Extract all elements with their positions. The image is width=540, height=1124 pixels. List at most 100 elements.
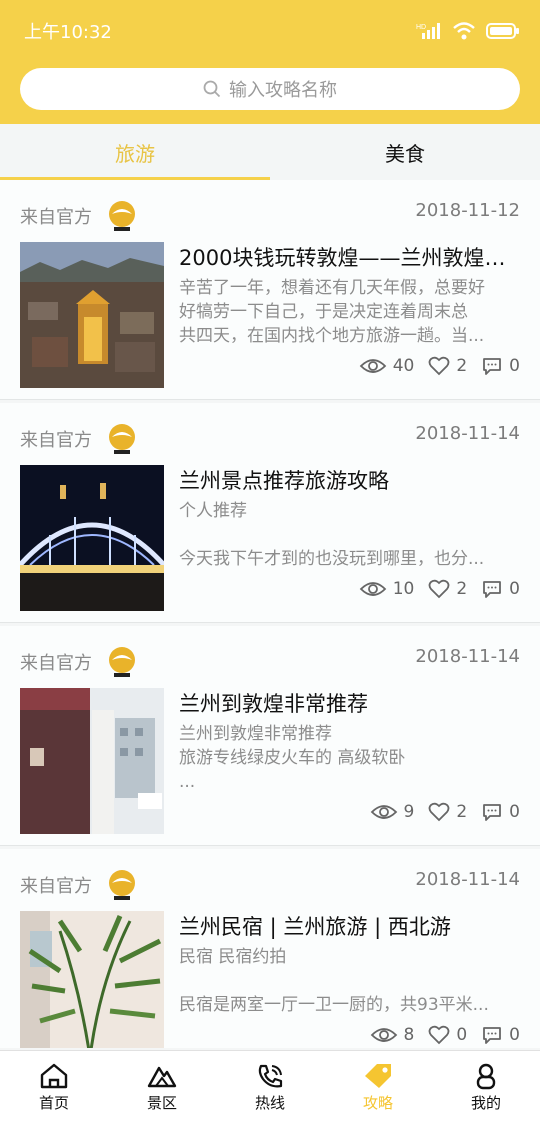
thumbnail-image[interactable] (20, 242, 164, 388)
source-info: 来自官方 (20, 198, 140, 234)
likes-count: 2 (456, 356, 468, 376)
post-stats: 9 2 0 (370, 802, 520, 822)
post-excerpt: 兰州到敦煌非常推荐 旅游专线绿皮火车的 高级软卧 ... (179, 722, 521, 794)
search-placeholder: 输入攻略名称 (229, 80, 337, 101)
post-date: 2018-11-14 (415, 869, 520, 890)
status-bar: 上午10:32 HD (0, 0, 540, 62)
heart-icon (428, 356, 450, 376)
eye-icon (370, 805, 397, 819)
thumbnail-image[interactable] (20, 911, 164, 1048)
post-title: 兰州民宿 | 兰州旅游 | 西北游 (179, 915, 451, 939)
tab-travel[interactable]: 旅游 (0, 124, 270, 180)
post-title: 兰州到敦煌非常推荐 (179, 692, 368, 716)
heart-icon (428, 579, 450, 599)
comment-icon (483, 358, 502, 375)
home-icon (40, 1063, 68, 1089)
search-icon (203, 80, 221, 98)
excerpt-line: 今天我下午才到的也没玩到哪里，也分... (179, 549, 485, 569)
post-stats: 40 2 0 (359, 356, 520, 376)
tab-home[interactable]: 首页 (0, 1051, 108, 1124)
post-excerpt: 辛苦了一年，想着还有几天年假，总要好 好犒劳一下自己，于是决定连着周末总 共四天… (179, 276, 521, 348)
eye-icon (359, 582, 386, 596)
excerpt-line: 兰州到敦煌非常推荐 (179, 724, 332, 744)
likes-count: 0 (456, 1025, 468, 1045)
excerpt-line: 好犒劳一下自己，于是决定连着周末总 (179, 302, 468, 322)
likes-stat[interactable]: 2 (428, 579, 467, 599)
views-count: 8 (403, 1025, 415, 1045)
header-bar: 上午10:32 HD 输入攻略名称 (0, 0, 540, 124)
likes-count: 2 (456, 802, 468, 822)
comments-stat[interactable]: 0 (481, 1025, 520, 1045)
post-stats: 10 2 0 (359, 579, 520, 599)
comments-stat[interactable]: 0 (481, 579, 520, 599)
excerpt-line (179, 969, 521, 993)
search-input[interactable]: 输入攻略名称 (20, 68, 520, 110)
post-title: 兰州景点推荐旅游攻略 (179, 469, 389, 493)
source-info: 来自官方 (20, 644, 140, 680)
tab-label: 首页 (38, 1094, 69, 1112)
post-excerpt: 民宿 民宿约拍 民宿是两室一厅一卫一厨的，共93平米... (179, 945, 521, 1017)
category-tabs: 旅游 美食 (0, 124, 540, 180)
comment-icon (483, 804, 502, 821)
tab-hotline[interactable]: 热线 (216, 1051, 324, 1124)
network-label: HD (416, 24, 426, 31)
source-info: 来自官方 (20, 867, 140, 903)
tab-label: 我的 (470, 1094, 501, 1112)
guide-list: 来自官方 2018-11-12 2000块钱玩转敦煌——兰州敦煌四日游 辛苦了一… (0, 180, 540, 1048)
likes-stat[interactable]: 2 (428, 356, 467, 376)
post-stats: 8 0 0 (370, 1025, 520, 1045)
source-label: 来自官方 (20, 653, 92, 674)
comments-stat[interactable]: 0 (481, 802, 520, 822)
views-stat: 8 (370, 1025, 415, 1045)
bottom-tab-bar: 首页 景区 热线 攻略 我的 (0, 1050, 540, 1124)
tab-scenic[interactable]: 景区 (108, 1051, 216, 1124)
post-excerpt: 个人推荐 今天我下午才到的也没玩到哪里，也分... (179, 499, 521, 571)
source-label: 来自官方 (20, 430, 92, 451)
eye-icon (370, 1028, 397, 1042)
views-count: 9 (403, 802, 415, 822)
status-time: 上午10:32 (24, 22, 112, 43)
excerpt-line: 辛苦了一年，想着还有几天年假，总要好 (179, 278, 485, 298)
source-info: 来自官方 (20, 421, 140, 457)
thumbnail-image[interactable] (20, 688, 164, 834)
tab-guides[interactable]: 攻略 (324, 1051, 432, 1124)
list-item[interactable]: 来自官方 2018-11-14 兰州景点推荐旅游攻略 个人推荐 今天我下午才到的… (0, 403, 540, 623)
comment-icon (483, 581, 502, 598)
official-logo-icon (109, 870, 135, 900)
official-logo-icon (109, 201, 135, 231)
excerpt-line: 共四天，在国内找个地方旅游一趟。当... (179, 326, 485, 346)
comments-count: 0 (509, 802, 520, 822)
heart-icon (428, 1025, 450, 1045)
likes-count: 2 (456, 579, 468, 599)
tab-mine[interactable]: 我的 (432, 1051, 540, 1124)
tab-food[interactable]: 美食 (270, 124, 540, 180)
likes-stat[interactable]: 2 (428, 802, 467, 822)
views-count: 10 (392, 579, 415, 599)
excerpt-line: 个人推荐 (179, 501, 247, 521)
list-item[interactable]: 来自官方 2018-11-14 兰州民宿 | 兰州旅游 | 西北游 民宿 民宿约… (0, 849, 540, 1048)
excerpt-line: 旅游专线绿皮火车的 高级软卧 (179, 748, 406, 768)
tab-label: 热线 (254, 1094, 285, 1112)
list-item[interactable]: 来自官方 2018-11-12 2000块钱玩转敦煌——兰州敦煌四日游 辛苦了一… (0, 180, 540, 400)
comments-count: 0 (509, 356, 520, 376)
excerpt-line (179, 523, 521, 547)
comments-stat[interactable]: 0 (481, 356, 520, 376)
source-label: 来自官方 (20, 207, 92, 228)
list-item[interactable]: 来自官方 2018-11-14 兰州到敦煌非常推荐 兰州到敦煌非常推荐 旅游专线… (0, 626, 540, 846)
tab-label: 攻略 (362, 1094, 393, 1112)
post-date: 2018-11-14 (415, 423, 520, 444)
battery-icon (486, 23, 519, 39)
eye-icon (359, 359, 386, 373)
likes-stat[interactable]: 0 (428, 1025, 467, 1045)
status-icons: HD (416, 21, 520, 41)
thumbnail-image[interactable] (20, 465, 164, 611)
excerpt-line: 民宿 民宿约拍 (179, 947, 287, 967)
person-icon (476, 1063, 496, 1090)
signal-icon: HD (416, 23, 440, 39)
views-stat: 9 (370, 802, 415, 822)
official-logo-icon (109, 424, 135, 454)
phone-icon (258, 1064, 283, 1088)
post-title: 2000块钱玩转敦煌——兰州敦煌四日游 (179, 246, 521, 270)
views-stat: 40 (359, 356, 414, 376)
mountain-icon (147, 1066, 177, 1088)
